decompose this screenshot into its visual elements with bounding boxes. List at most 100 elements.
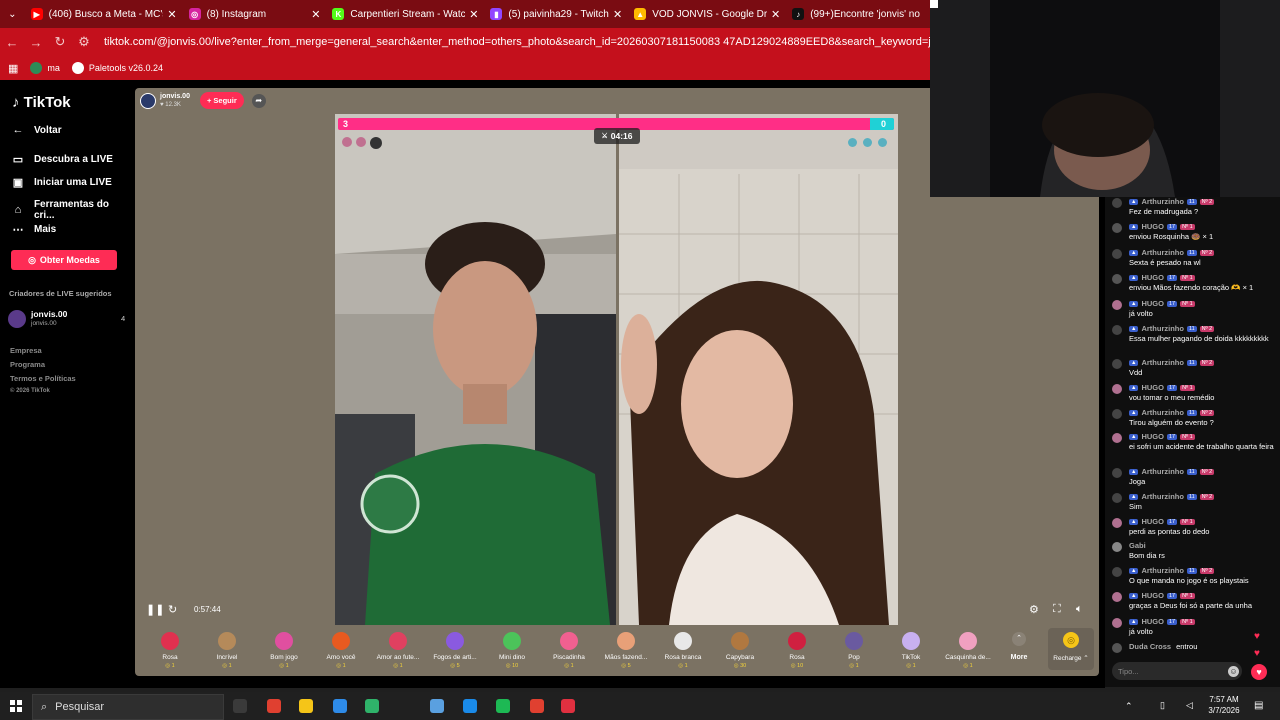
taskbar-app-icon[interactable]	[333, 699, 347, 713]
footer-link-program[interactable]: Programa	[10, 360, 45, 369]
chat-avatar[interactable]	[1112, 300, 1122, 310]
chat-avatar[interactable]	[1112, 223, 1122, 233]
start-windows-icon[interactable]	[10, 700, 22, 712]
follow-button[interactable]: + Seguir	[199, 92, 244, 109]
browser-tab[interactable]: ◎ (8) Instagram ✕	[183, 0, 327, 28]
chat-input[interactable]: Tipo...	[1112, 662, 1242, 680]
taskbar-app-icon[interactable]	[463, 699, 477, 713]
notifications-icon[interactable]: ▤	[1254, 700, 1263, 711]
chat-avatar[interactable]	[1112, 518, 1122, 528]
chat-username[interactable]: HUGO	[1141, 383, 1164, 392]
forward-nav-icon[interactable]: →	[24, 35, 48, 50]
taskbar-app-icon[interactable]	[233, 699, 247, 713]
gift-item[interactable]: TikTok ◎ 1	[881, 632, 941, 669]
chat-username[interactable]: HUGO	[1141, 591, 1164, 600]
bookmark-item[interactable]: ma	[30, 62, 60, 74]
share-icon[interactable]: ➦	[251, 93, 266, 108]
taskbar-app-icon[interactable]	[530, 699, 544, 713]
tray-network-icon[interactable]: ▯	[1160, 700, 1165, 711]
close-tab-icon[interactable]: ✕	[167, 8, 176, 21]
recharge-button[interactable]: ◎ Recharge ⌃	[1048, 628, 1094, 670]
taskbar-app-icon[interactable]	[561, 699, 575, 713]
chat-username[interactable]: Arthurzinho	[1141, 248, 1184, 257]
sidebar-item-start-live[interactable]: ▣ Iniciar uma LIVE	[12, 176, 112, 189]
fullscreen-icon[interactable]: ⛶	[1053, 603, 1061, 616]
browser-tab[interactable]: ♪ (99+)Encontre 'jonvis' no	[786, 0, 930, 28]
chat-avatar[interactable]	[1112, 359, 1122, 369]
host-avatar[interactable]	[140, 92, 156, 109]
chat-username[interactable]: HUGO	[1141, 222, 1164, 231]
close-tab-icon[interactable]: ✕	[771, 8, 780, 21]
taskbar-search[interactable]: ⌕ Pesquisar	[32, 694, 224, 720]
chat-username[interactable]: Arthurzinho	[1141, 492, 1184, 501]
back-link[interactable]: ← Voltar	[12, 124, 62, 136]
gift-item[interactable]: Amo você ◎ 1	[311, 632, 371, 669]
supporter-avatar[interactable]	[848, 138, 857, 147]
taskbar-app-icon[interactable]	[430, 699, 444, 713]
gift-item[interactable]: Mini dino ◎ 10	[482, 632, 542, 669]
gift-item[interactable]: Mãos fazend... ◎ 5	[596, 632, 656, 669]
gift-item[interactable]: Amor ao fute... ◎ 1	[368, 632, 428, 669]
chat-username[interactable]: Gabi	[1129, 541, 1146, 550]
gift-item[interactable]: Pop ◎ 1	[824, 632, 884, 669]
chat-avatar[interactable]	[1112, 325, 1122, 335]
back-nav-icon[interactable]: ←	[0, 35, 24, 50]
gift-more-button[interactable]: ⌃ More	[1004, 632, 1034, 661]
gift-item[interactable]: Bom jogo ◎ 1	[254, 632, 314, 669]
pause-icon[interactable]: ❚❚	[146, 603, 164, 616]
refresh-icon[interactable]: ↻	[168, 603, 177, 616]
taskbar-clock[interactable]: 7:57 AM 3/7/2026	[1198, 694, 1250, 716]
gift-item[interactable]: Rosa ◎ 1	[140, 632, 200, 669]
chat-username[interactable]: HUGO	[1141, 617, 1164, 626]
chat-avatar[interactable]	[1112, 468, 1122, 478]
browser-tab[interactable]: ▲ VOD JONVIS - Google Drive ✕	[628, 0, 786, 28]
chat-username[interactable]: HUGO	[1141, 517, 1164, 526]
tab-search-button[interactable]: ⌄	[0, 0, 25, 28]
supporter-avatar[interactable]	[342, 137, 352, 147]
chat-avatar[interactable]	[1112, 618, 1122, 628]
close-tab-icon[interactable]: ✕	[613, 8, 622, 21]
chat-username[interactable]: Arthurzinho	[1141, 566, 1184, 575]
host-name[interactable]: jonvis.00	[160, 93, 190, 101]
taskbar-app-icon[interactable]	[365, 699, 379, 713]
chat-avatar[interactable]	[1112, 198, 1122, 208]
emoji-icon[interactable]: ☺	[1228, 666, 1239, 677]
bookmark-item[interactable]: Paletools v26.0.24	[71, 62, 163, 74]
gift-item[interactable]: Capybara ◎ 30	[710, 632, 770, 669]
chat-username[interactable]: Arthurzinho	[1141, 467, 1184, 476]
chat-avatar[interactable]	[1112, 433, 1122, 443]
supporter-avatar[interactable]	[878, 138, 887, 147]
chat-username[interactable]: Arthurzinho	[1141, 197, 1184, 206]
chat-username[interactable]: Arthurzinho	[1141, 358, 1184, 367]
supporter-avatar[interactable]	[863, 138, 872, 147]
close-tab-icon[interactable]: ✕	[469, 8, 478, 21]
tiktok-logo[interactable]: ♪ TikTok	[12, 94, 71, 111]
tray-chevron-icon[interactable]: ⌃	[1125, 701, 1133, 712]
taskbar-app-icon[interactable]	[496, 699, 510, 713]
site-info-icon[interactable]: ⚙	[72, 34, 96, 50]
taskbar-app-icon[interactable]	[267, 699, 281, 713]
sidebar-item-discover-live[interactable]: ▭ Descubra a LIVE	[12, 153, 113, 166]
supporter-avatar[interactable]	[356, 137, 366, 147]
chat-avatar[interactable]	[1112, 542, 1122, 552]
sidebar-item-more[interactable]: ⋯ Mais	[12, 223, 57, 236]
chat-avatar[interactable]	[1112, 384, 1122, 394]
gift-item[interactable]: Piscadinha ◎ 1	[539, 632, 599, 669]
chat-username[interactable]: Arthurzinho	[1141, 408, 1184, 417]
get-coins-button[interactable]: ◎ Obter Moedas	[11, 250, 117, 270]
browser-tab[interactable]: K Carpentieri Stream - Watch Live✕	[326, 0, 484, 28]
browser-tab[interactable]: ▶ (406) Busco a Meta - MC's Tuto✕	[25, 0, 183, 28]
url-field[interactable]: tiktok.com/@jonvis.00/live?enter_from_me…	[104, 36, 930, 48]
taskbar-app-icon[interactable]	[299, 699, 313, 713]
chat-avatar[interactable]	[1112, 409, 1122, 419]
settings-gear-icon[interactable]: ⚙	[1029, 603, 1039, 616]
chat-avatar[interactable]	[1112, 643, 1122, 653]
chat-username[interactable]: HUGO	[1141, 273, 1164, 282]
chat-username[interactable]: Duda Cross	[1129, 642, 1171, 651]
chat-username[interactable]: HUGO	[1141, 299, 1164, 308]
chat-username[interactable]: Arthurzinho	[1141, 324, 1184, 333]
reload-icon[interactable]: ↻	[48, 34, 72, 50]
supporter-avatar[interactable]	[370, 137, 382, 149]
sidebar-item-creator-tools[interactable]: ⌂ Ferramentas do cri...	[12, 199, 132, 221]
chat-username[interactable]: HUGO	[1141, 432, 1164, 441]
